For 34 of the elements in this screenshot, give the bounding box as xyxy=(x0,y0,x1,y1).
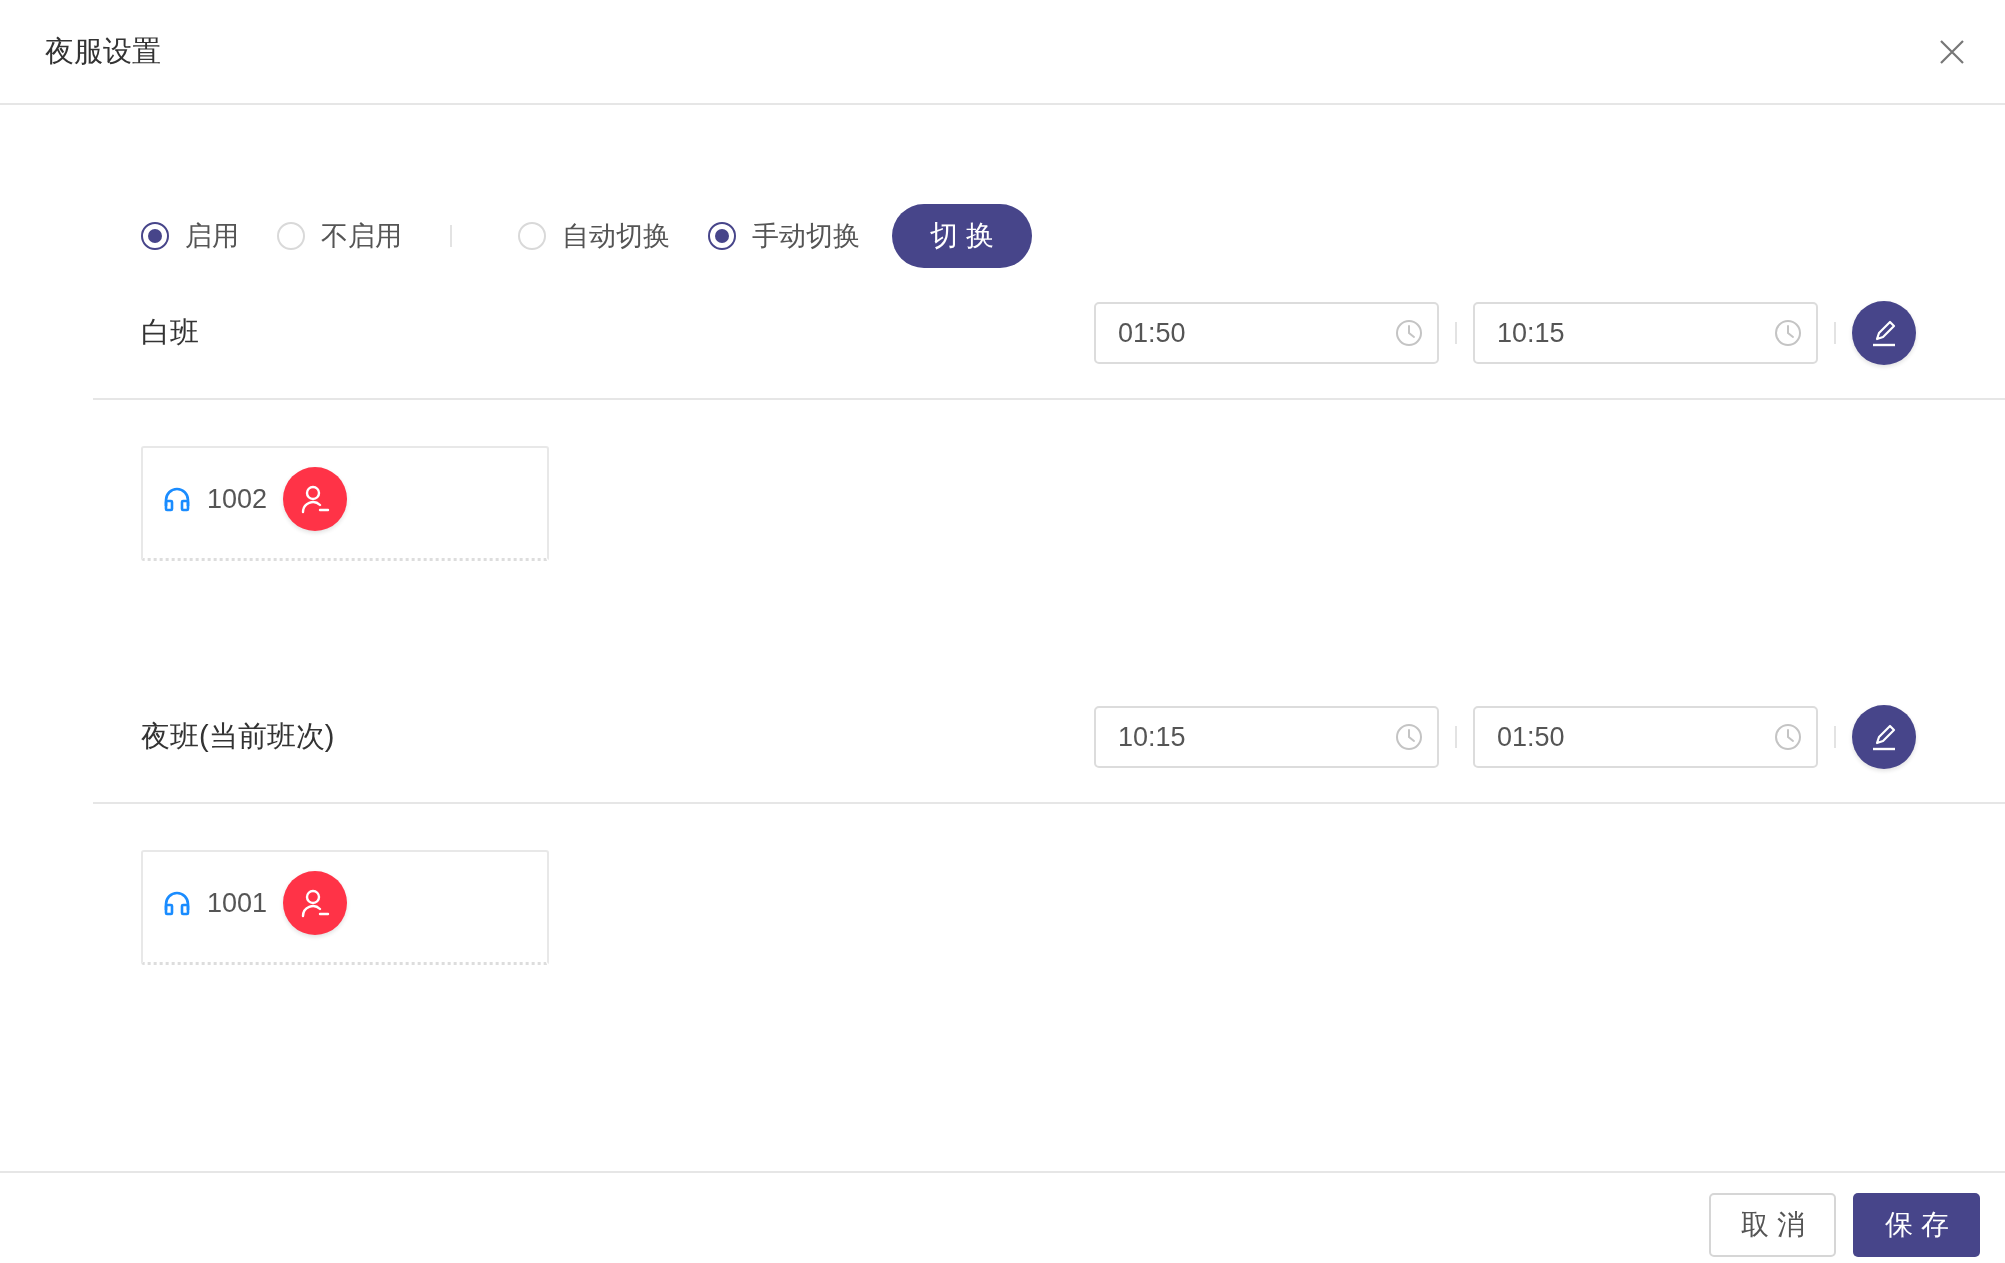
shift-name: 夜班(当前班次) xyxy=(141,719,336,754)
radio-selected[interactable] xyxy=(708,222,736,250)
clock-icon xyxy=(1395,723,1423,751)
time-field[interactable]: 01:50 xyxy=(1473,706,1818,768)
shift-name: 白班 xyxy=(141,315,200,350)
headset-icon xyxy=(163,890,191,916)
headset-icon xyxy=(163,486,191,512)
user-minus-icon xyxy=(300,484,331,514)
radio-option[interactable]: 手动切换 xyxy=(708,218,860,254)
user-minus-icon xyxy=(300,888,331,918)
clock-icon xyxy=(1395,319,1423,347)
close-icon xyxy=(1939,38,1965,65)
edit-button[interactable] xyxy=(1852,301,1916,365)
remove-user-button[interactable] xyxy=(283,871,348,935)
extension-number: 1002 xyxy=(207,483,268,515)
save-button[interactable]: 保存 xyxy=(1853,1193,1980,1257)
radio-unselected[interactable] xyxy=(518,222,546,250)
radio-selected[interactable] xyxy=(141,222,169,250)
extension-number: 1001 xyxy=(207,887,268,919)
radio-unselected[interactable] xyxy=(277,222,305,250)
time-field[interactable]: 10:15 xyxy=(1473,302,1818,364)
time-field[interactable]: 10:15 xyxy=(1094,706,1439,768)
cancel-button[interactable]: 取消 xyxy=(1709,1193,1836,1257)
close-button[interactable] xyxy=(1939,38,1965,65)
time-field[interactable]: 01:50 xyxy=(1094,302,1439,364)
remove-user-button[interactable] xyxy=(283,467,348,531)
clock-icon xyxy=(1774,319,1802,347)
switch-button[interactable]: 切换 xyxy=(892,204,1032,268)
edit-button[interactable] xyxy=(1852,705,1916,769)
clock-icon xyxy=(1774,723,1802,751)
radio-option[interactable]: 自动切换 xyxy=(518,218,670,254)
radio-option[interactable]: 不启用 xyxy=(277,218,402,254)
radio-option[interactable]: 启用 xyxy=(141,218,239,254)
dialog-title: 夜服设置 xyxy=(45,33,161,69)
